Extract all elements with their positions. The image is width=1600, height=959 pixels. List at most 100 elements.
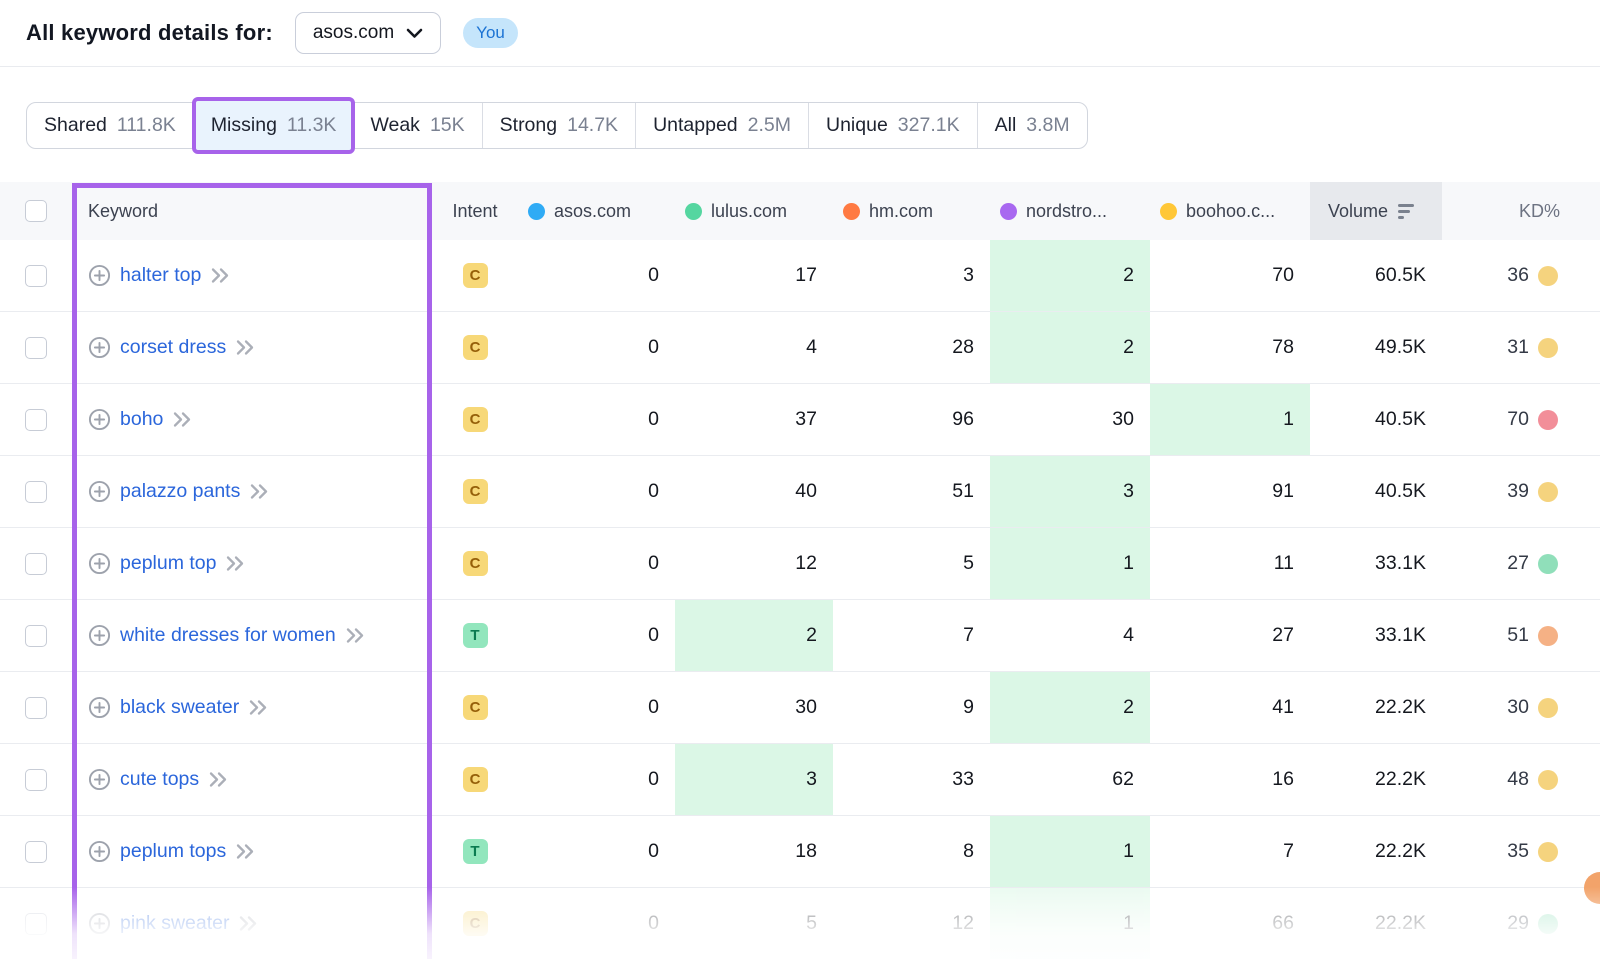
add-keyword-icon[interactable] (88, 840, 111, 863)
double-chevron-icon[interactable] (248, 699, 269, 716)
intent-cell: T (432, 600, 518, 671)
column-header-hm[interactable]: hm.com (833, 182, 990, 240)
row-checkbox[interactable] (25, 337, 47, 359)
column-header-intent[interactable]: Intent (432, 182, 518, 240)
volume-cell: 33.1K (1310, 600, 1442, 671)
kd-value: 36 (1507, 264, 1529, 287)
add-keyword-icon[interactable] (88, 552, 111, 575)
double-chevron-icon[interactable] (225, 555, 246, 572)
column-header-kd[interactable]: KD% (1442, 182, 1600, 240)
intent-badge[interactable]: C (463, 551, 488, 576)
kd-difficulty-dot (1538, 338, 1558, 358)
intent-cell: C (432, 528, 518, 599)
hm-value-cell: 51 (833, 456, 990, 527)
double-chevron-icon[interactable] (345, 627, 366, 644)
keyword-link[interactable]: boho (120, 408, 163, 431)
tab-unique[interactable]: Unique327.1K (809, 103, 978, 148)
keyword-gap-table: Keyword Intent asos.com lulus.com hm.com… (0, 182, 1600, 959)
volume-cell: 40.5K (1310, 456, 1442, 527)
tab-missing[interactable]: Missing11.3K (192, 97, 356, 154)
double-chevron-icon[interactable] (210, 267, 231, 284)
kd-cell: 35 (1442, 816, 1600, 887)
nordstrom-value-cell: 1 (990, 528, 1150, 599)
tab-all[interactable]: All3.8M (978, 103, 1087, 148)
column-header-volume[interactable]: Volume (1310, 182, 1442, 240)
table-row: black sweater C 0 30 9 2 41 22.2K 30 (0, 672, 1600, 744)
boohoo-value-cell: 66 (1150, 888, 1310, 959)
keyword-cell: cute tops (72, 744, 432, 815)
keyword-cell: palazzo pants (72, 456, 432, 527)
keyword-link[interactable]: pink sweater (120, 912, 229, 935)
hm-value-cell: 5 (833, 528, 990, 599)
select-all-checkbox[interactable] (25, 200, 47, 222)
column-header-keyword[interactable]: Keyword (72, 182, 432, 240)
intent-badge[interactable]: T (463, 839, 488, 864)
hm-value-cell: 28 (833, 312, 990, 383)
row-checkbox[interactable] (25, 841, 47, 863)
row-checkbox-cell (0, 528, 72, 599)
intent-badge[interactable]: C (463, 479, 488, 504)
nordstrom-value-cell: 2 (990, 312, 1150, 383)
keyword-link[interactable]: palazzo pants (120, 480, 240, 503)
keyword-link[interactable]: peplum top (120, 552, 216, 575)
double-chevron-icon[interactable] (238, 915, 259, 932)
asos-value-cell: 0 (518, 744, 675, 815)
intent-badge[interactable]: C (463, 695, 488, 720)
boohoo-value-cell: 70 (1150, 240, 1310, 311)
row-checkbox[interactable] (25, 625, 47, 647)
row-checkbox[interactable] (25, 265, 47, 287)
kd-difficulty-dot (1538, 266, 1558, 286)
intent-badge[interactable]: C (463, 911, 488, 936)
double-chevron-icon[interactable] (172, 411, 193, 428)
intent-badge[interactable]: C (463, 407, 488, 432)
keyword-link[interactable]: cute tops (120, 768, 199, 791)
tab-strong[interactable]: Strong14.7K (483, 103, 636, 148)
row-checkbox[interactable] (25, 697, 47, 719)
intent-badge[interactable]: T (463, 623, 488, 648)
keyword-link[interactable]: black sweater (120, 696, 239, 719)
double-chevron-icon[interactable] (235, 843, 256, 860)
tab-weak[interactable]: Weak15K (353, 103, 482, 148)
column-header-nordstrom[interactable]: nordstro... (990, 182, 1150, 240)
add-keyword-icon[interactable] (88, 768, 111, 791)
keyword-link[interactable]: halter top (120, 264, 201, 287)
add-keyword-icon[interactable] (88, 912, 111, 935)
kd-cell: 70 (1442, 384, 1600, 455)
double-chevron-icon[interactable] (208, 771, 229, 788)
keyword-cell: boho (72, 384, 432, 455)
column-header-asos[interactable]: asos.com (518, 182, 675, 240)
nordstrom-value-cell: 2 (990, 240, 1150, 311)
row-checkbox[interactable] (25, 769, 47, 791)
add-keyword-icon[interactable] (88, 624, 111, 647)
column-header-boohoo[interactable]: boohoo.c... (1150, 182, 1310, 240)
intent-badge[interactable]: C (463, 335, 488, 360)
tab-shared[interactable]: Shared111.8K (27, 103, 194, 148)
double-chevron-icon[interactable] (235, 339, 256, 356)
add-keyword-icon[interactable] (88, 264, 111, 287)
tab-untapped[interactable]: Untapped2.5M (636, 103, 809, 148)
table-row: pink sweater C 0 5 12 1 66 22.2K 29 (0, 888, 1600, 959)
row-checkbox[interactable] (25, 913, 47, 935)
kd-value: 51 (1507, 624, 1529, 647)
lulus-value-cell: 18 (675, 816, 833, 887)
row-checkbox[interactable] (25, 553, 47, 575)
keyword-link[interactable]: white dresses for women (120, 624, 336, 647)
domain-selector-dropdown[interactable]: asos.com (295, 12, 441, 54)
column-header-lulus[interactable]: lulus.com (675, 182, 833, 240)
double-chevron-icon[interactable] (249, 483, 270, 500)
kd-difficulty-dot (1538, 914, 1558, 934)
add-keyword-icon[interactable] (88, 408, 111, 431)
boohoo-value-cell: 16 (1150, 744, 1310, 815)
add-keyword-icon[interactable] (88, 696, 111, 719)
intent-badge[interactable]: C (463, 767, 488, 792)
row-checkbox[interactable] (25, 409, 47, 431)
add-keyword-icon[interactable] (88, 336, 111, 359)
intent-badge[interactable]: C (463, 263, 488, 288)
kd-value: 39 (1507, 480, 1529, 503)
keyword-link[interactable]: peplum tops (120, 840, 226, 863)
kd-value: 70 (1507, 408, 1529, 431)
lulus-value-cell: 4 (675, 312, 833, 383)
row-checkbox[interactable] (25, 481, 47, 503)
keyword-link[interactable]: corset dress (120, 336, 226, 359)
add-keyword-icon[interactable] (88, 480, 111, 503)
